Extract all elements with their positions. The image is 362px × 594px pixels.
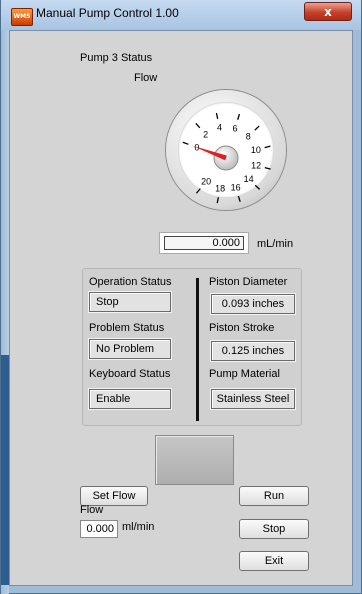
gauge-tick [264, 145, 271, 149]
set-flow-button[interactable]: Set Flow [80, 486, 148, 506]
close-button[interactable]: x [304, 2, 352, 21]
gauge-tick-label: 20 [201, 177, 211, 187]
title-bar[interactable]: WMS Manual Pump Control 1.00 x [1, 0, 361, 30]
app-logo-icon: WMS [11, 8, 33, 26]
operation-status-label: Operation Status [89, 276, 172, 288]
window-frame-left-dark [1, 355, 9, 585]
piston-diameter-label: Piston Diameter [209, 276, 288, 288]
set-flow-unit: ml/min [122, 521, 155, 533]
gauge-tick [237, 195, 241, 202]
gauge-tick-label: 12 [251, 160, 261, 170]
gauge-tick [216, 197, 220, 204]
flow-readout-unit: mL/min [257, 238, 294, 250]
gauge-tick [195, 188, 201, 194]
keyboard-status-value: Enable [89, 389, 171, 409]
flow-readout-value: 0.000 [164, 236, 244, 250]
gauge-tick-label: 6 [233, 123, 238, 133]
panel-divider [196, 278, 199, 421]
gauge-tick-label: 2 [203, 130, 208, 140]
gauge-tick-label: 14 [244, 174, 254, 184]
gauge-tick-label: 16 [231, 182, 241, 192]
flow-gauge-label: Flow [134, 72, 158, 84]
gauge-tick [182, 141, 189, 145]
gauge-tick [254, 184, 261, 190]
piston-stroke-value: 0.125 inches [211, 341, 295, 361]
gauge-tick-label: 8 [246, 131, 251, 141]
gauge-tick [237, 113, 241, 120]
exit-button[interactable]: Exit [239, 551, 309, 571]
status-indicator-light [155, 435, 234, 485]
gauge-tick [254, 125, 260, 131]
pump-material-label: Pump Material [209, 368, 280, 380]
stop-button[interactable]: Stop [239, 519, 309, 539]
set-flow-input[interactable] [80, 520, 118, 538]
pump-material-value: Stainless Steel [211, 389, 295, 409]
gauge-dial: 02468101214161820 [182, 112, 271, 204]
gauge-tick-label: 10 [251, 145, 261, 155]
flow-gauge: 02468101214161820 [166, 90, 286, 210]
set-flow-label: Flow [80, 504, 104, 516]
problem-status-value: No Problem [89, 339, 171, 359]
operation-status-value: Stop [89, 292, 171, 312]
run-button[interactable]: Run [239, 486, 309, 506]
flow-readout-frame: 0.000 [159, 232, 249, 254]
pump-status-title: Pump 3 Status [80, 52, 153, 64]
gauge-tick [264, 167, 271, 170]
gauge-tick-label: 18 [215, 183, 225, 193]
keyboard-status-label: Keyboard Status [89, 368, 171, 380]
piston-diameter-value: 0.093 inches [211, 294, 295, 314]
gauge-tick [215, 112, 219, 120]
piston-stroke-label: Piston Stroke [209, 322, 275, 334]
app-window: WMS Manual Pump Control 1.00 x Pump 3 St… [0, 0, 362, 594]
problem-status-label: Problem Status [89, 322, 165, 334]
gauge-tick-label: 4 [217, 123, 222, 133]
window-title: Manual Pump Control 1.00 [36, 6, 179, 20]
gauge-tick [195, 122, 201, 129]
